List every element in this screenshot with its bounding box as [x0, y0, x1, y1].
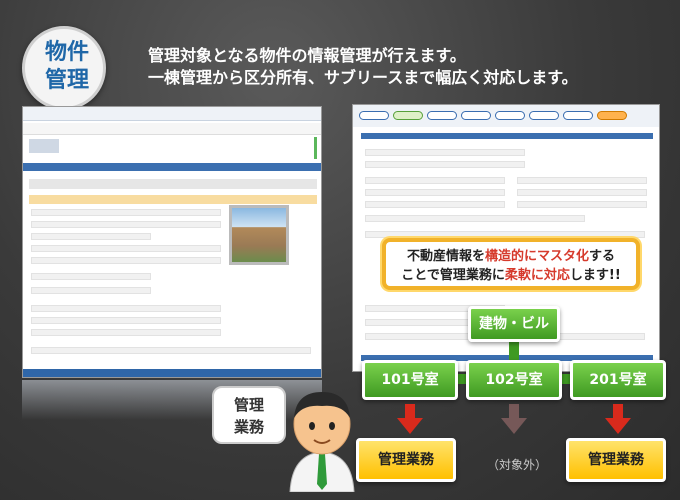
screenshot-field-row	[365, 177, 505, 184]
callout-line1: 不動産情報を構造的にマスタ化する	[406, 249, 616, 264]
businessman-icon	[289, 392, 355, 492]
screenshot-logo	[29, 139, 59, 153]
screenshot-section-header	[29, 195, 317, 204]
screenshot-field-row	[31, 329, 221, 336]
screenshot-field-row	[31, 347, 311, 354]
managed-task-box-201: 管理業務	[566, 438, 666, 482]
badge-line1: 物件	[44, 40, 89, 65]
screenshot-section-bar	[361, 133, 653, 139]
managed-task-box-101: 管理業務	[356, 438, 456, 482]
bubble-line1: 管理	[233, 396, 264, 414]
screenshot-tabs	[23, 123, 321, 135]
down-arrow-faded-icon	[501, 404, 527, 434]
screenshot-topnav	[23, 107, 321, 121]
screenshot-field-row	[365, 231, 645, 238]
badge-line2: 管理	[44, 68, 89, 93]
property-edit-screenshot	[22, 106, 322, 378]
excluded-label: （対象外）	[486, 458, 547, 472]
bubble-line2: 業務	[233, 418, 264, 436]
unit-node-201: 201号室	[570, 360, 666, 400]
screenshot-bottom-bar	[23, 369, 321, 377]
screenshot-breadcrumb-bar	[23, 163, 321, 171]
feature-callout: 不動産情報を構造的にマスタ化する ことで管理業務に柔軟に対応します!!	[382, 238, 640, 290]
screenshot-field-row	[31, 245, 221, 252]
down-arrow-icon	[397, 404, 423, 434]
callout-line2: ことで管理業務に柔軟に対応します!!	[401, 268, 621, 283]
screenshot-field-row	[31, 305, 221, 312]
screenshot-field-row	[365, 161, 525, 168]
screenshot-field-row	[31, 257, 221, 264]
section-badge: 物件 管理	[22, 26, 106, 110]
screenshot-field-row	[365, 201, 505, 208]
unit-node-101: 101号室	[362, 360, 458, 400]
screenshot-form-title	[29, 179, 317, 189]
screenshot-field-row	[517, 177, 647, 184]
headline-line2: 一棟管理から区分所有、サブリースまで幅広く対応します。	[148, 68, 578, 87]
down-arrow-icon	[605, 404, 631, 434]
speech-bubble: 管理 業務	[212, 386, 286, 444]
screenshot-field-row	[365, 189, 505, 196]
screenshot-field-row	[31, 287, 151, 294]
screenshot-field-row	[365, 215, 585, 222]
screenshot-field-row	[31, 209, 221, 216]
unit-node-102: 102号室	[466, 360, 562, 400]
management-support-logo	[271, 137, 317, 159]
screenshot-field-row	[517, 201, 647, 208]
headline-line1: 管理対象となる物件の情報管理が行えます。	[148, 46, 466, 65]
screenshot-field-row	[365, 149, 525, 156]
screenshot-field-row	[31, 233, 151, 240]
screenshot-button-nav	[353, 105, 659, 127]
screenshot-field-row	[31, 221, 221, 228]
screenshot-field-row	[31, 317, 221, 324]
building-photo	[229, 205, 289, 265]
building-node: 建物・ビル	[468, 306, 560, 342]
connector-vertical	[509, 342, 519, 360]
screenshot-field-row	[517, 189, 647, 196]
screenshot-field-row	[31, 273, 151, 280]
